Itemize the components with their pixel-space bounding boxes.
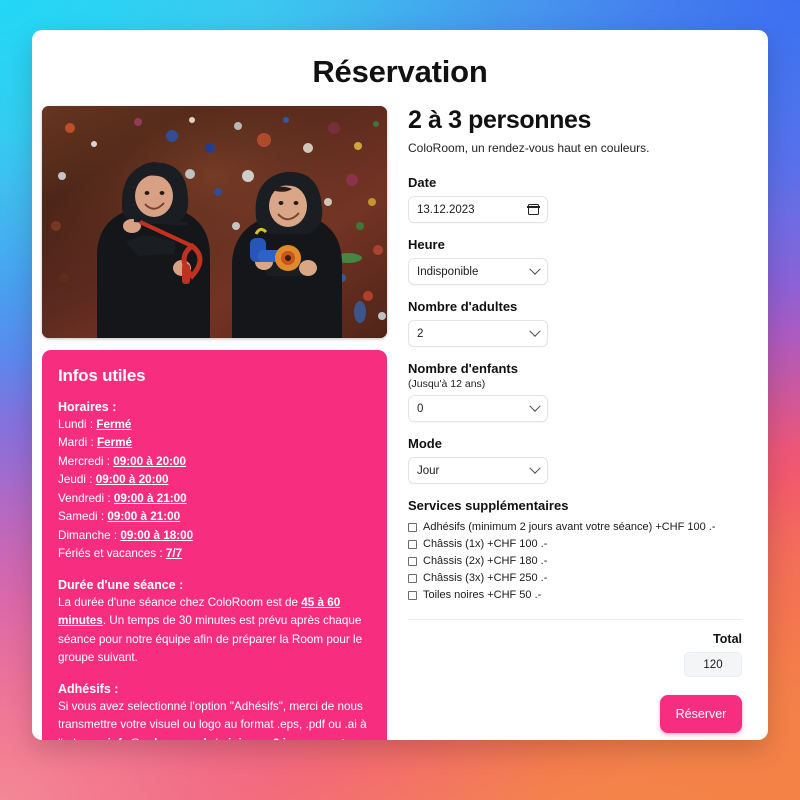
- checkbox-icon[interactable]: [408, 556, 417, 566]
- service-option-row[interactable]: Châssis (3x) +CHF 250 .-: [408, 572, 742, 584]
- stickers-heading: Adhésifs :: [58, 681, 119, 696]
- services-section: Services supplémentaires Adhésifs (minim…: [408, 498, 742, 601]
- form-heading: 2 à 3 personnes: [408, 106, 591, 134]
- service-option-label: Toiles noires +CHF 50 .-: [423, 589, 542, 601]
- hours-value: Fermé: [96, 418, 132, 431]
- paren-open: (: [211, 737, 218, 740]
- hours-day: Jeudi :: [58, 473, 96, 487]
- adults-label: Nombre d'adultes: [408, 299, 518, 314]
- hours-day: Mercredi :: [58, 454, 114, 468]
- service-option-row[interactable]: Toiles noires +CHF 50 .-: [408, 589, 742, 601]
- duration-heading: Durée d'une séance :: [58, 577, 184, 592]
- reserve-button[interactable]: Réserver: [660, 695, 742, 733]
- children-field-group: Nombre d'enfants (Jusqu'à 12 ans) 0: [408, 361, 742, 422]
- hours-row: Lundi : Fermé: [58, 416, 371, 434]
- date-value: 13.12.2023: [417, 203, 475, 216]
- hours-day: Samedi :: [58, 510, 108, 524]
- hours-day: Fériés et vacances :: [58, 547, 166, 561]
- service-option-label: Châssis (2x) +CHF 180 .-: [423, 555, 548, 567]
- hours-row: Vendredi : 09:00 à 21:00: [58, 490, 371, 508]
- content-columns: Infos utiles Horaires : Lundi : Fermé Ma…: [32, 106, 768, 740]
- checkbox-icon[interactable]: [408, 573, 417, 583]
- service-option-label: Adhésifs (minimum 2 jours avant votre sé…: [423, 521, 716, 533]
- activity-photo: [42, 106, 387, 338]
- service-option-label: Châssis (3x) +CHF 250 .-: [423, 572, 548, 584]
- service-option-row[interactable]: Châssis (2x) +CHF 180 .-: [408, 555, 742, 567]
- booking-form: 2 à 3 personnes ColoRoom, un rendez-vous…: [408, 106, 758, 733]
- infos-heading: Infos utiles: [58, 366, 146, 385]
- hours-row: Mercredi : 09:00 à 20:00: [58, 453, 371, 471]
- time-value: Indisponible: [417, 265, 479, 278]
- service-option-row[interactable]: Châssis (1x) +CHF 100 .-: [408, 538, 742, 550]
- stickers-text: Si vous avez selectionné l'option "Adhés…: [58, 698, 371, 740]
- children-value: 0: [417, 402, 424, 415]
- hours-day: Lundi :: [58, 418, 97, 431]
- duration-section: Durée d'une séance : La durée d'une séan…: [58, 578, 371, 668]
- checkbox-icon[interactable]: [408, 522, 417, 532]
- hours-heading: Horaires :: [58, 400, 117, 414]
- hours-value: 7/7: [165, 547, 183, 561]
- hours-day: Vendredi :: [58, 491, 114, 505]
- hours-value: 09:00 à 20:00: [113, 454, 186, 468]
- duration-text-part1: La durée d'une séance chez ColoRoom est …: [58, 595, 302, 609]
- chevron-down-icon[interactable]: [529, 263, 541, 275]
- date-field-group: Date 13.12.2023: [408, 175, 742, 223]
- hours-day: Mardi :: [58, 436, 97, 450]
- form-subheading: ColoRoom, un rendez-vous haut en couleur…: [408, 141, 650, 155]
- duration-text-part2: . Un temps de 30 minutes est prévu après…: [58, 614, 363, 665]
- adults-select[interactable]: 2: [408, 320, 548, 347]
- children-sublabel: (Jusqu'à 12 ans): [408, 378, 486, 390]
- time-field-group: Heure Indisponible: [408, 237, 742, 285]
- stickers-text-part1: Si vous avez selectionné l'option "Adhés…: [58, 699, 367, 740]
- calendar-icon[interactable]: [527, 204, 540, 215]
- hours-value: 09:00 à 21:00: [113, 491, 187, 505]
- reservation-card: Réservation Infos utiles Horaires: Lund…: [32, 30, 768, 740]
- hours-row: Fériés et vacances : 7/7: [58, 545, 371, 563]
- mode-label: Mode: [408, 436, 442, 451]
- children-select[interactable]: 0: [408, 395, 548, 422]
- hours-row: Mardi : Fermé: [58, 434, 371, 452]
- stickers-section: Adhésifs : Si vous avez selectionné l'op…: [58, 682, 371, 740]
- total-section: Total 120 Réserver: [408, 620, 742, 733]
- chevron-down-icon[interactable]: [529, 462, 541, 474]
- mode-field-group: Mode Jour: [408, 436, 742, 484]
- adults-value: 2: [417, 327, 424, 340]
- total-label: Total: [713, 632, 742, 646]
- left-column: Infos utiles Horaires : Lundi : Fermé Ma…: [42, 106, 390, 740]
- service-option-row[interactable]: Adhésifs (minimum 2 jours avant votre sé…: [408, 521, 742, 533]
- hours-value: Fermé: [96, 436, 133, 450]
- chevron-down-icon[interactable]: [529, 400, 541, 412]
- service-option-label: Châssis (1x) +CHF 100 .-: [423, 538, 548, 550]
- right-column: 2 à 3 personnes ColoRoom, un rendez-vous…: [408, 106, 758, 740]
- mode-value: Jour: [417, 464, 440, 477]
- time-label: Heure: [408, 237, 445, 252]
- total-value: 120: [684, 652, 742, 677]
- stickers-email-link[interactable]: info@coloroom.ch: [108, 737, 211, 740]
- hours-row: Jeudi : 09:00 à 20:00: [58, 471, 371, 489]
- checkbox-icon[interactable]: [408, 590, 417, 600]
- hours-value: 09:00 à 21:00: [107, 510, 181, 524]
- checkbox-icon[interactable]: [408, 539, 417, 549]
- date-input[interactable]: 13.12.2023: [408, 196, 548, 223]
- infos-utiles-panel: Infos utiles Horaires : Lundi : Fermé Ma…: [42, 350, 387, 740]
- hours-list: Lundi : Fermé Mardi : Fermé Mercredi : 0…: [58, 416, 371, 564]
- mode-select[interactable]: Jour: [408, 457, 548, 484]
- adults-field-group: Nombre d'adultes 2: [408, 299, 742, 347]
- page-title: Réservation: [312, 54, 488, 89]
- chevron-down-icon[interactable]: [529, 325, 541, 337]
- date-label: Date: [408, 175, 437, 190]
- hours-value: 09:00 à 20:00: [95, 473, 169, 487]
- hours-day: Dimanche :: [58, 528, 121, 542]
- duration-text: La durée d'une séance chez ColoRoom est …: [58, 594, 371, 668]
- services-title: Services supplémentaires: [408, 498, 569, 513]
- hours-row: Dimanche : 09:00 à 18:00: [58, 527, 371, 545]
- children-label: Nombre d'enfants: [408, 361, 518, 376]
- time-select[interactable]: Indisponible: [408, 258, 548, 285]
- hours-value: 09:00 à 18:00: [120, 528, 194, 542]
- submit-row: Réserver: [408, 677, 742, 733]
- photo-illustration: [42, 106, 387, 338]
- hours-row: Samedi : 09:00 à 21:00: [58, 508, 371, 526]
